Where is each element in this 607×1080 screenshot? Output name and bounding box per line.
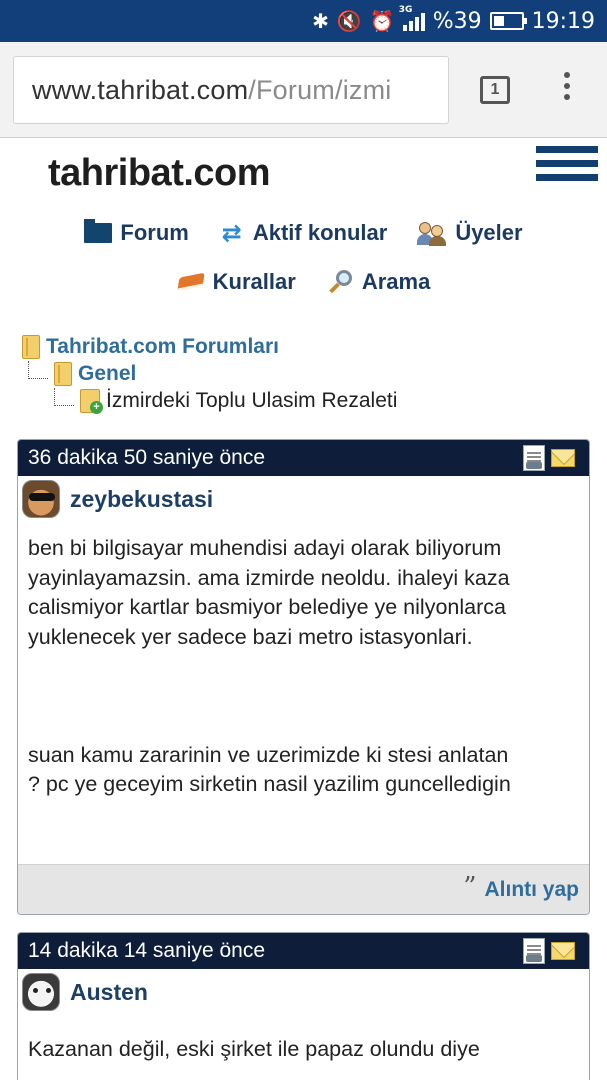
signal-icon: 3G bbox=[399, 5, 425, 31]
post-header: 14 dakika 14 saniye önce bbox=[18, 933, 589, 969]
username-link[interactable]: Austen bbox=[70, 979, 148, 1006]
tree-connector bbox=[54, 387, 74, 406]
nav-forum[interactable]: Forum bbox=[84, 219, 189, 246]
post-line: ? pc ye geceyim sirketin nasil yazilim g… bbox=[28, 772, 511, 796]
mail-icon[interactable] bbox=[551, 942, 575, 960]
new-topic-folder-icon: + bbox=[80, 388, 103, 414]
status-bar: ✱ 🔇 ⏰ 3G %39 19:19 bbox=[0, 0, 607, 42]
post-line bbox=[28, 682, 589, 712]
url-text[interactable]: www.tahribat.com/Forum/izmi bbox=[32, 75, 391, 106]
network-type: 3G bbox=[398, 5, 413, 15]
forum-post: 14 dakika 14 saniye önce Austen Kazanan … bbox=[17, 932, 590, 1080]
post-line: suan kamu zararinin ve uzerimizde ki ste… bbox=[28, 742, 509, 767]
print-icon[interactable] bbox=[523, 938, 545, 964]
post-line: calismiyor kartlar basmiyor belediye ye … bbox=[28, 595, 506, 619]
clock: 19:19 bbox=[531, 8, 595, 34]
breadcrumb-root[interactable]: Tahribat.com Forumları bbox=[22, 333, 397, 360]
search-icon bbox=[326, 268, 354, 296]
url-path: /Forum/izmi bbox=[248, 75, 392, 105]
nav-search-label: Arama bbox=[361, 269, 431, 294]
quote-button[interactable]: Alıntı yap bbox=[484, 878, 579, 902]
breadcrumb-category[interactable]: Genel bbox=[28, 360, 397, 387]
browser-menu-icon[interactable] bbox=[561, 72, 573, 108]
username-link[interactable]: zeybekustasi bbox=[70, 486, 213, 513]
battery-percent: %39 bbox=[432, 8, 482, 34]
breadcrumb: Tahribat.com Forumları Genel + İzmirdeki… bbox=[22, 333, 397, 414]
nav-forum-label: Forum bbox=[120, 220, 189, 245]
main-nav: Forum ⇄ Aktif konular Üyeler bbox=[0, 219, 607, 247]
nav-rules[interactable]: Kurallar bbox=[176, 269, 296, 295]
mail-icon[interactable] bbox=[551, 449, 575, 467]
post-line: ben bi bilgisayar muhendisi adayi olarak… bbox=[28, 536, 502, 560]
breadcrumb-topic-label: İzmirdeki Toplu Ulasim Rezaleti bbox=[106, 388, 398, 412]
browser-toolbar: www.tahribat.com/Forum/izmi 1 bbox=[0, 42, 607, 138]
nav-active-label: Aktif konular bbox=[252, 220, 388, 245]
nav-search[interactable]: Arama bbox=[326, 268, 430, 296]
post-body: ben bi bilgisayar muhendisi adayi olarak… bbox=[18, 522, 589, 800]
avatar[interactable] bbox=[22, 973, 60, 1011]
print-icon[interactable] bbox=[523, 445, 545, 471]
battery-icon bbox=[489, 12, 527, 30]
nav-members-label: Üyeler bbox=[455, 220, 523, 245]
post-line bbox=[28, 652, 589, 682]
folder-icon bbox=[22, 334, 40, 359]
post-footer: ” Alıntı yap bbox=[18, 864, 589, 914]
site-logo[interactable]: tahribat.com bbox=[48, 152, 271, 195]
refresh-icon: ⇄ bbox=[221, 219, 242, 247]
hamburger-menu-icon[interactable] bbox=[536, 146, 598, 188]
quote-icon: ” bbox=[463, 871, 477, 902]
folder-icon bbox=[84, 219, 113, 243]
post-author: zeybekustasi bbox=[18, 476, 589, 522]
alarm-icon: ⏰ bbox=[369, 9, 395, 33]
nav-rules-label: Kurallar bbox=[212, 269, 296, 294]
tab-switcher-button[interactable]: 1 bbox=[480, 76, 510, 104]
bluetooth-icon: ✱ bbox=[312, 9, 329, 33]
breadcrumb-topic: + İzmirdeki Toplu Ulasim Rezaleti bbox=[54, 387, 397, 414]
post-line: yuklenecek yer sadece bazi metro istasyo… bbox=[28, 624, 473, 649]
tree-connector bbox=[28, 360, 48, 379]
nav-active-topics[interactable]: ⇄ Aktif konular bbox=[219, 219, 388, 247]
mute-icon: 🔇 bbox=[336, 9, 362, 33]
post-time: 14 dakika 14 saniye önce bbox=[28, 939, 265, 962]
post-line: Kazanan değil, eski şirket ile papaz olu… bbox=[28, 1037, 480, 1061]
post-author: Austen bbox=[18, 969, 589, 1015]
post-body: Kazanan değil, eski şirket ile papaz olu… bbox=[18, 1015, 589, 1065]
nav-members[interactable]: Üyeler bbox=[417, 220, 523, 246]
breadcrumb-category-link[interactable]: Genel bbox=[78, 362, 136, 386]
avatar[interactable] bbox=[22, 480, 60, 518]
forum-post: 36 dakika 50 saniye önce zeybekustasi be… bbox=[17, 439, 590, 915]
users-icon bbox=[417, 220, 447, 246]
post-line: yayinlayamazsin. ama izmirde neoldu. iha… bbox=[28, 565, 510, 590]
secondary-nav: Kurallar Arama bbox=[0, 268, 607, 296]
post-time: 36 dakika 50 saniye önce bbox=[28, 446, 265, 469]
address-bar[interactable]: www.tahribat.com/Forum/izmi bbox=[13, 56, 449, 124]
post-header: 36 dakika 50 saniye önce bbox=[18, 440, 589, 476]
url-host: www.tahribat.com bbox=[32, 75, 249, 105]
folder-icon bbox=[54, 361, 72, 386]
post-line bbox=[28, 711, 589, 741]
breadcrumb-root-link[interactable]: Tahribat.com Forumları bbox=[46, 335, 279, 359]
book-icon bbox=[176, 271, 205, 293]
